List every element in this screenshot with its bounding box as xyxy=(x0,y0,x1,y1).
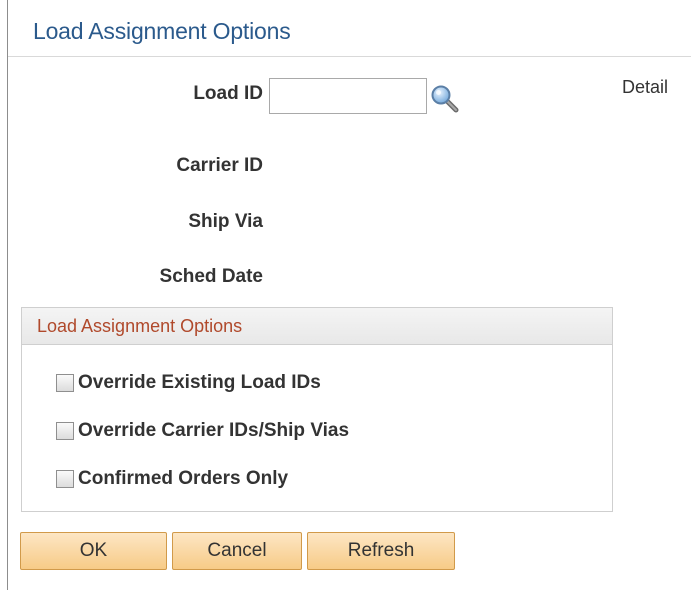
lookup-magnifier-icon[interactable] xyxy=(430,84,460,114)
group-header: Load Assignment Options xyxy=(22,308,612,345)
detail-link[interactable]: Detail xyxy=(622,77,668,98)
checkbox-label: Override Existing Load IDs xyxy=(78,372,321,393)
sched-date-label: Sched Date xyxy=(159,266,263,287)
left-border xyxy=(7,0,8,590)
load-id-input[interactable] xyxy=(269,78,427,114)
ship-via-label: Ship Via xyxy=(188,211,263,232)
checkbox-box[interactable] xyxy=(56,470,74,488)
page: Load Assignment Options Load ID Detail C… xyxy=(0,0,691,590)
checkbox-label: Override Carrier IDs/Ship Vias xyxy=(78,420,350,441)
page-title: Load Assignment Options xyxy=(33,18,291,44)
title-bar: Load Assignment Options xyxy=(8,4,691,57)
load-assignment-options-group: Load Assignment Options Override Existin… xyxy=(21,307,613,512)
cancel-button[interactable]: Cancel xyxy=(172,532,302,570)
group-title: Load Assignment Options xyxy=(37,316,243,336)
carrier-id-label: Carrier ID xyxy=(176,155,263,176)
checkbox-label: Confirmed Orders Only xyxy=(78,468,289,489)
checkbox-box[interactable] xyxy=(56,422,74,440)
refresh-button[interactable]: Refresh xyxy=(307,532,455,570)
ok-button[interactable]: OK xyxy=(20,532,167,570)
checkbox-box[interactable] xyxy=(56,374,74,392)
load-id-label: Load ID xyxy=(193,83,263,104)
